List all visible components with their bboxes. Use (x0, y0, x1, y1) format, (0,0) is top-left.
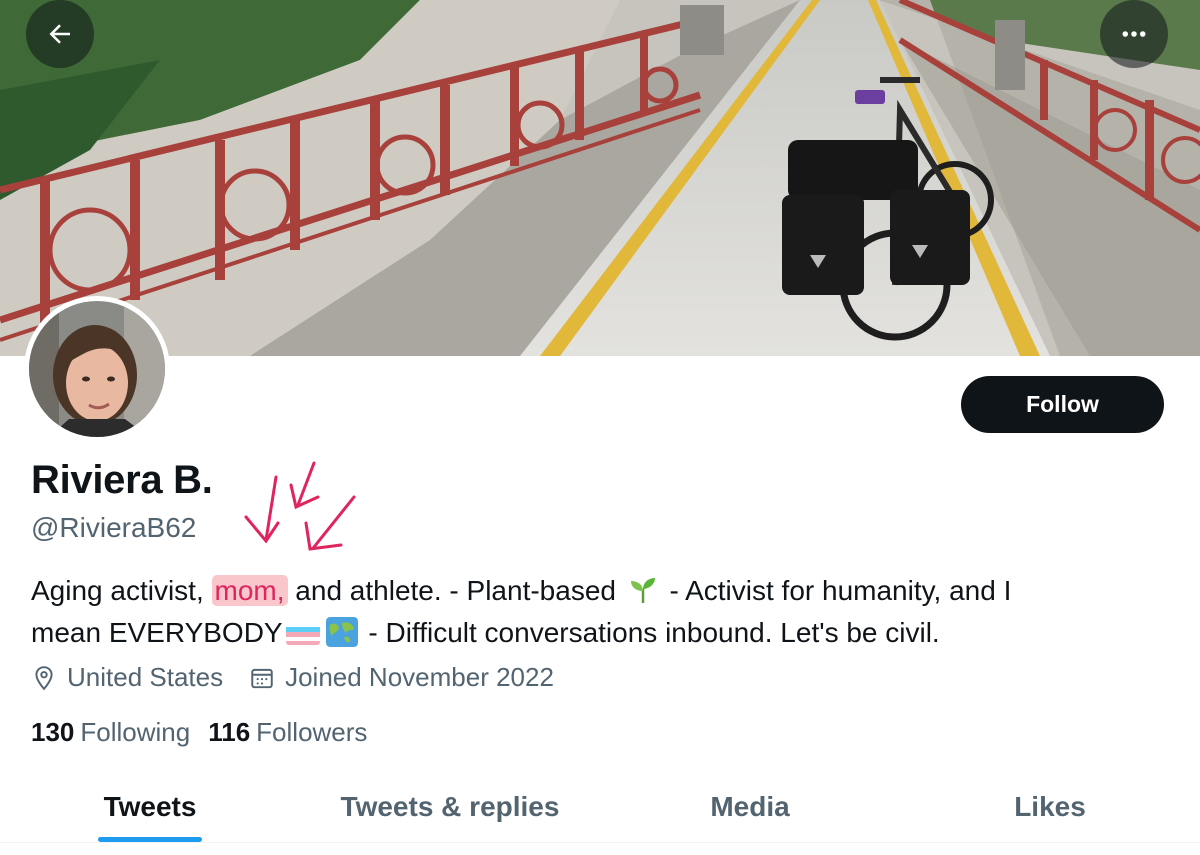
tab-likes[interactable]: Likes (900, 772, 1200, 842)
bio-text: mean EVERYBODY (31, 617, 283, 648)
tab-label: Tweets & replies (340, 791, 560, 822)
location: United States (31, 662, 223, 693)
transgender-flag-icon (285, 621, 320, 645)
profile-tabs: Tweets Tweets & replies Media Likes (0, 772, 1200, 842)
seedling-icon (628, 575, 658, 605)
location-pin-icon (35, 665, 53, 690)
more-horizontal-icon (1122, 31, 1146, 37)
tab-label: Media (710, 791, 790, 822)
tabs-divider (0, 842, 1200, 843)
bio-text: - Activist for humanity, and I (661, 575, 1012, 606)
bio-text: and athlete. - Plant-based (287, 575, 624, 606)
display-name: Riviera B. (31, 458, 213, 502)
world-map-icon (325, 617, 358, 647)
bio-text: - Difficult conversations inbound. Let's… (360, 617, 940, 648)
following-link[interactable]: 130 Following (31, 717, 190, 748)
profile-meta: United States Joined November 2022 (31, 662, 580, 693)
annotation-arrows (244, 461, 356, 551)
bio-highlight: mom, (211, 575, 288, 606)
avatar-photo (29, 301, 165, 437)
followers-count: 116 (208, 717, 251, 747)
profile-avatar[interactable] (24, 296, 170, 442)
bio-text: Aging activist, (31, 575, 212, 606)
tab-tweets[interactable]: Tweets (0, 772, 300, 842)
followers-label: Followers (256, 717, 368, 747)
join-date: Joined November 2022 (249, 662, 554, 693)
arrow-left-icon (49, 24, 70, 44)
followers-link[interactable]: 116 Followers (208, 717, 367, 748)
tab-label: Likes (1014, 791, 1086, 822)
back-button[interactable] (26, 0, 94, 68)
user-handle: @RivieraB62 (31, 512, 197, 543)
follow-button[interactable]: Follow (961, 376, 1164, 433)
more-options-button[interactable] (1100, 0, 1168, 68)
follow-stats: 130 Following 116 Followers (31, 717, 385, 748)
following-label: Following (80, 717, 191, 747)
tab-label: Tweets (103, 791, 197, 822)
profile-banner[interactable] (0, 0, 1200, 356)
banner-photo (0, 0, 1200, 356)
join-date-text: Joined November 2022 (285, 662, 554, 692)
following-count: 130 (31, 717, 75, 747)
tab-tweets-and-replies[interactable]: Tweets & replies (300, 772, 600, 842)
tab-media[interactable]: Media (600, 772, 900, 842)
location-text: United States (67, 662, 224, 692)
calendar-icon (251, 668, 273, 688)
profile-bio: Aging activist, mom, and athlete. - Plan… (31, 570, 1171, 654)
